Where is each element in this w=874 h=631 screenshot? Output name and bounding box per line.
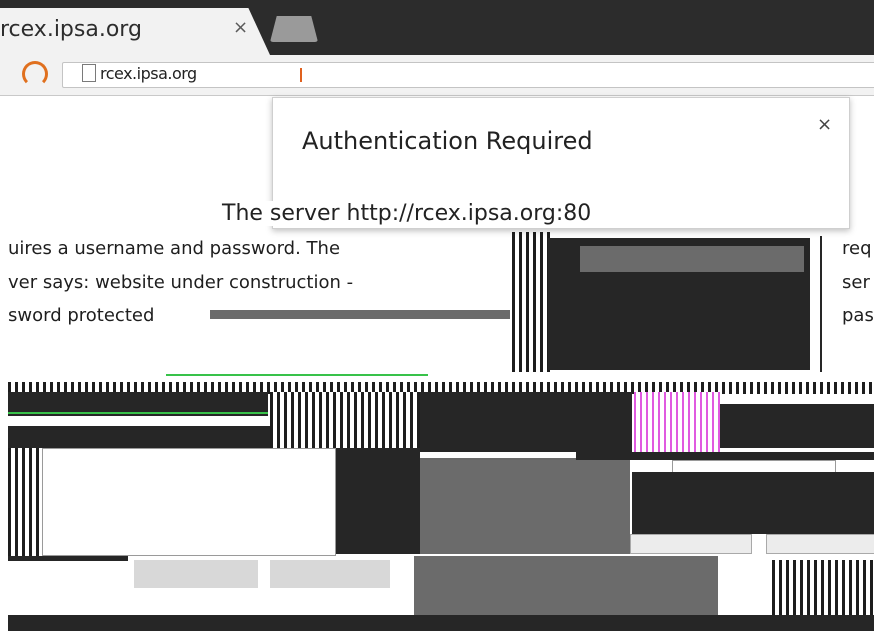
glitch-block: [8, 426, 270, 448]
glitch-block: [576, 452, 874, 460]
glitch-block: [8, 556, 128, 561]
background-text-line: ser: [842, 272, 870, 293]
tab-title: rcex.ipsa.org: [0, 17, 142, 42]
text-cursor: [300, 68, 302, 82]
glitch-block: [270, 560, 390, 588]
username-field[interactable]: [42, 448, 336, 556]
background-text-line: ver says: website under construction -: [8, 272, 354, 293]
background-text-line: req: [842, 238, 872, 259]
page-icon: [82, 64, 96, 82]
reload-icon[interactable]: [22, 61, 48, 87]
glitch-stripes: [772, 560, 874, 615]
glitch-bar: [210, 310, 510, 319]
dialog-close-icon[interactable]: ×: [817, 114, 832, 135]
background-text-line: pas: [842, 305, 874, 326]
glitch-stripes: [634, 392, 720, 452]
glitch-block: [632, 472, 874, 534]
address-bar-url[interactable]: rcex.ipsa.org: [100, 64, 197, 83]
glitch-block: [134, 560, 258, 588]
dialog-title: Authentication Required: [302, 127, 593, 155]
glitch-block: [820, 236, 822, 372]
glitch-line: [166, 374, 428, 376]
glitch-line: [8, 412, 268, 414]
background-text-line: uires a username and password. The: [8, 238, 341, 259]
glitch-block: [420, 392, 632, 452]
glitch-stripes: [270, 392, 420, 448]
glitch-block: [720, 404, 874, 448]
glitch-block: [336, 448, 420, 554]
cancel-button[interactable]: [766, 534, 874, 554]
glitch-block: [580, 246, 804, 272]
new-tab-button[interactable]: [270, 16, 318, 42]
glitch-stripes: [512, 232, 552, 372]
glitch-block: [420, 458, 630, 554]
glitch-stripes: [8, 448, 42, 558]
tab-close-icon[interactable]: ×: [233, 17, 248, 38]
log-in-button[interactable]: [630, 534, 752, 554]
server-message: The server http://rcex.ipsa.org:80: [218, 201, 596, 226]
background-text-line: sword protected: [8, 305, 155, 326]
glitch-block: [8, 615, 874, 631]
